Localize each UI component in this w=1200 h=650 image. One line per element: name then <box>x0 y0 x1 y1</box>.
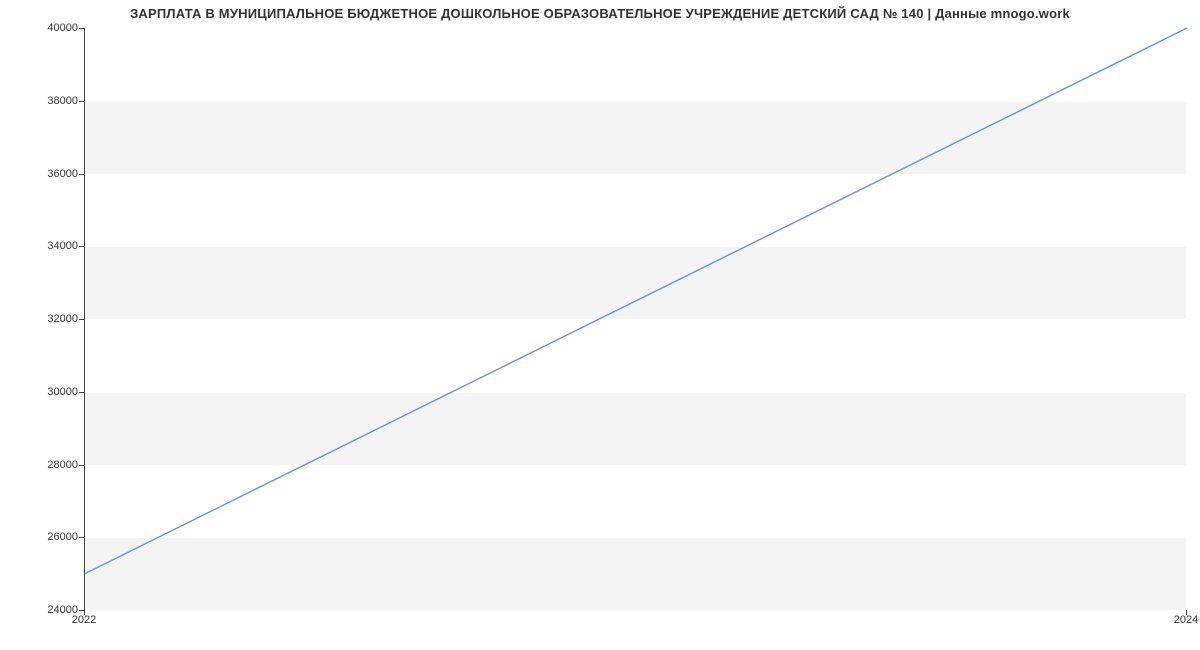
chart-container: ЗАРПЛАТА В МУНИЦИПАЛЬНОЕ БЮДЖЕТНОЕ ДОШКО… <box>0 0 1200 650</box>
x-tick-mark <box>84 610 85 615</box>
y-tick-mark <box>79 28 84 29</box>
y-tick-label: 38000 <box>8 95 78 107</box>
y-tick-mark <box>79 319 84 320</box>
y-tick-label: 32000 <box>8 313 78 325</box>
y-tick-label: 30000 <box>8 386 78 398</box>
y-tick-label: 24000 <box>8 604 78 616</box>
plot-area <box>84 28 1186 610</box>
y-tick-label: 40000 <box>8 22 78 34</box>
y-tick-label: 26000 <box>8 531 78 543</box>
y-tick-mark <box>79 537 84 538</box>
x-tick-mark <box>1186 610 1187 615</box>
chart-title: ЗАРПЛАТА В МУНИЦИПАЛЬНОЕ БЮДЖЕТНОЕ ДОШКО… <box>0 6 1200 21</box>
y-tick-label: 28000 <box>8 459 78 471</box>
y-tick-mark <box>79 174 84 175</box>
line-layer <box>85 28 1186 609</box>
y-tick-mark <box>79 101 84 102</box>
y-tick-mark <box>79 465 84 466</box>
y-tick-mark <box>79 246 84 247</box>
x-tick-label: 2024 <box>1174 614 1198 626</box>
y-tick-mark <box>79 392 84 393</box>
y-tick-label: 36000 <box>8 168 78 180</box>
x-tick-label: 2022 <box>72 614 96 626</box>
y-tick-label: 34000 <box>8 240 78 252</box>
data-line <box>85 28 1187 574</box>
